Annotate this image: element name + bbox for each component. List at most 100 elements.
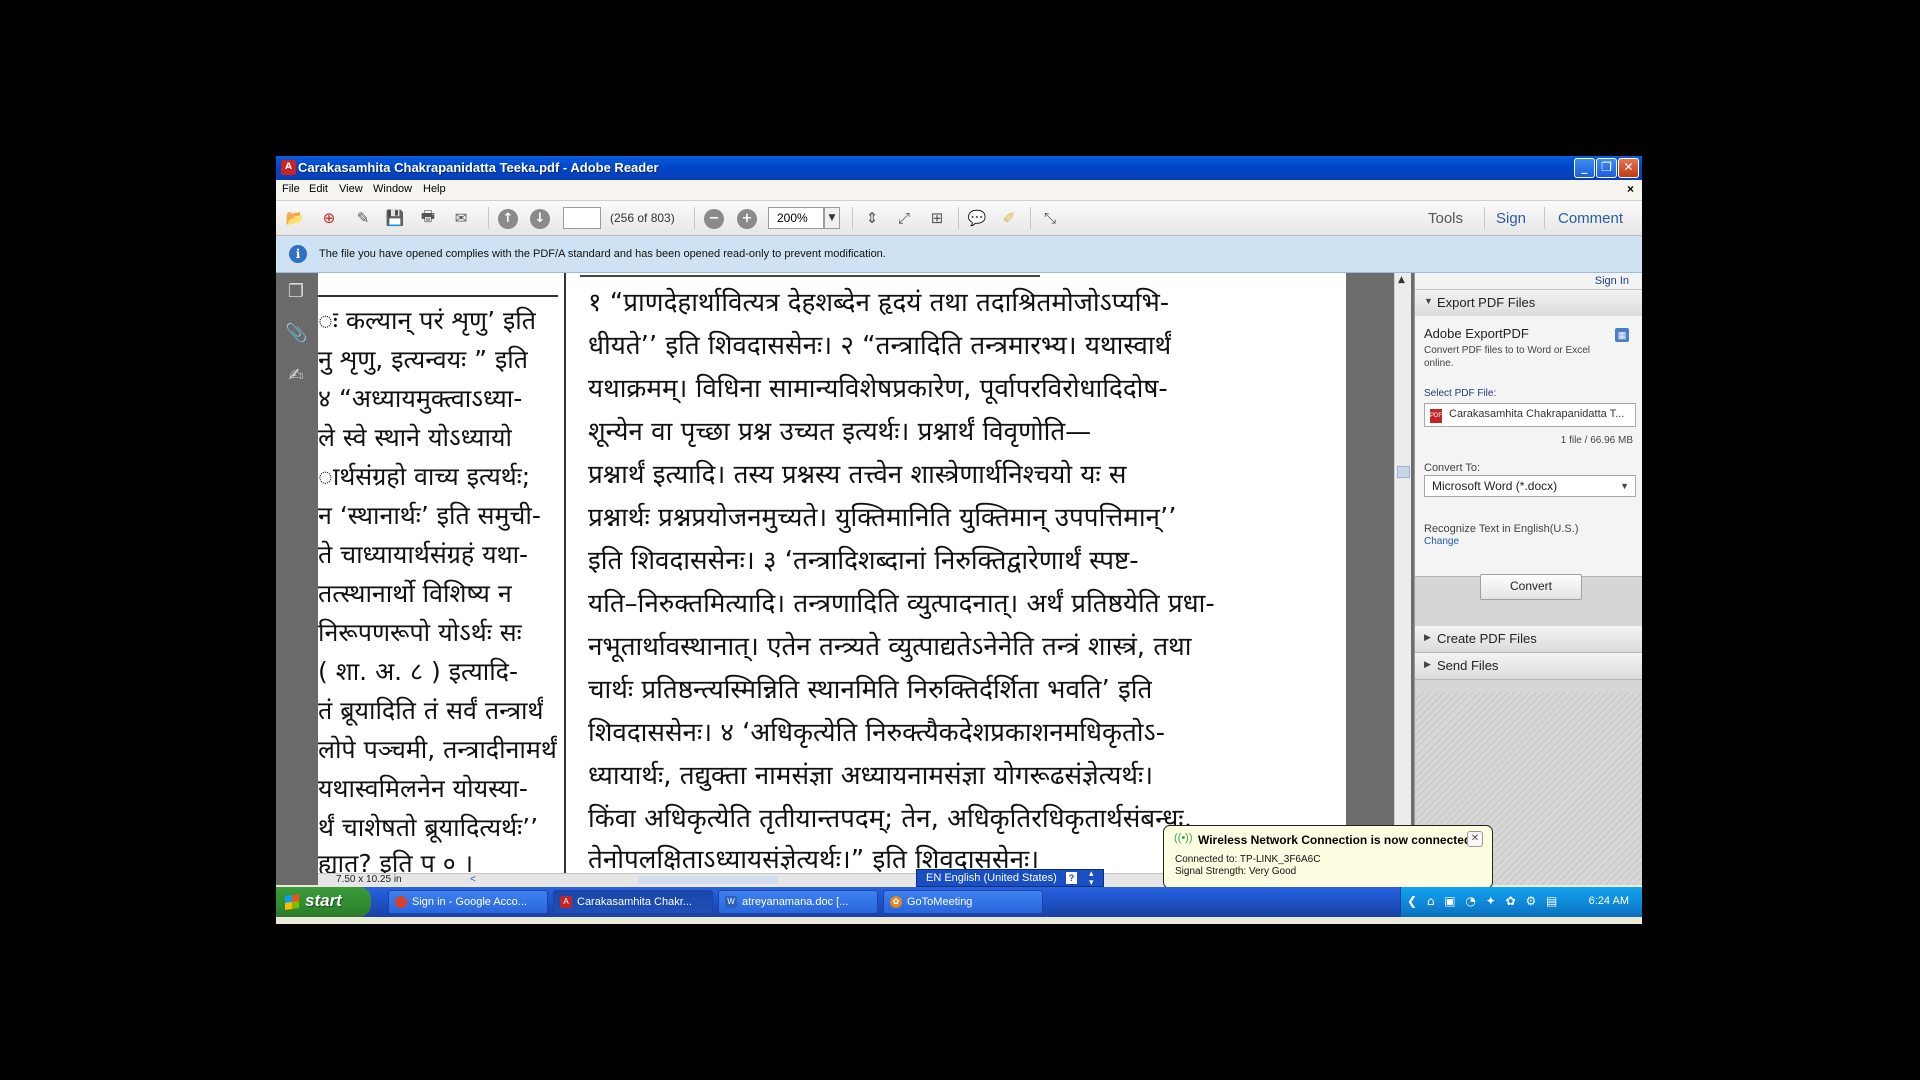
edit-icon[interactable]: ✎ [352, 208, 374, 228]
gotomeeting-icon: ✿ [890, 896, 902, 908]
chevron-down-icon[interactable]: ▼ [824, 207, 840, 229]
document-close-button[interactable]: × [1627, 182, 1634, 196]
change-language-link[interactable]: Change [1424, 536, 1459, 547]
clock[interactable]: 6:24 AM [1589, 895, 1629, 907]
language-indicator[interactable]: EN English (United States) [926, 872, 1057, 884]
selected-file-field[interactable]: PDF Carakasamhita Chakrapanidatta T... [1424, 403, 1636, 427]
text-line: र्थं चाशेषतो ब्रूयादित्यर्थः’’ [318, 813, 539, 842]
email-icon[interactable]: ✉ [450, 208, 472, 228]
start-button[interactable]: start [276, 887, 371, 917]
comment-link[interactable]: Comment [1558, 210, 1623, 227]
next-page-icon[interactable]: ↓ [530, 209, 550, 229]
text-line: ४ “अध्यायमुक्त्वाऽध्या- [318, 384, 523, 413]
notification-title: Wireless Network Connection is now conne… [1198, 833, 1472, 847]
language-options-icon[interactable]: ▴ ▾ [1089, 869, 1094, 887]
tray-icons[interactable]: ❮ ⌂ ▣ ◔ ✦ ✿ ⚙ ▤ [1407, 894, 1560, 908]
window-title: Carakasamhita Chakrapanidatta Teeka.pdf … [298, 160, 659, 175]
convert-format-select[interactable]: Microsoft Word (*.docx) ▼ [1424, 475, 1636, 497]
adobe-export-title: Adobe ExportPDF [1424, 326, 1529, 341]
right-column: १ “प्राणदेहार्थावित्यत्र देहशब्देन हृदयं… [580, 273, 1346, 873]
recognize-text-label: Recognize Text in English(U.S.) [1424, 523, 1579, 535]
chevron-down-icon: ▼ [1620, 481, 1629, 491]
menu-help[interactable]: Help [423, 183, 446, 195]
text-line: शिवदाससेनः। ४ ‘अधिकृत्येति निरुक्त्यैकदे… [588, 718, 1166, 748]
scroll-up-icon[interactable]: ▲ [1398, 275, 1405, 285]
sign-link[interactable]: Sign [1496, 210, 1526, 227]
info-message: The file you have opened complies with t… [319, 248, 886, 260]
fullscreen-icon[interactable]: ⤡ [1039, 208, 1061, 228]
highlight-icon[interactable]: ✐ [998, 208, 1020, 228]
create-pdf-icon[interactable]: ⊕ [318, 208, 340, 228]
open-icon[interactable]: 📂 [284, 208, 306, 228]
document-view[interactable]: ः कल्यान् परं शृणु’ इति नु शृणु, इत्यन्व… [318, 273, 1414, 873]
export-pdf-header[interactable]: ▼ Export PDF Files [1415, 290, 1642, 317]
fit-width-icon[interactable]: ⤢ [893, 208, 915, 228]
fit-page-icon[interactable]: ⇕ [861, 208, 883, 228]
send-files-header[interactable]: ▶ Send Files [1415, 653, 1642, 680]
selected-file-name: Carakasamhita Chakrapanidatta T... [1449, 408, 1625, 420]
export-pdf-label: Export PDF Files [1437, 295, 1536, 310]
taskbar-item-gotomeeting[interactable]: ✿ GoToMeeting [883, 890, 1043, 914]
taskbar-item-label: Sign in - Google Acco... [412, 896, 527, 908]
select-file-label: Select PDF File: [1424, 388, 1497, 399]
start-label: start [305, 891, 342, 910]
menu-window[interactable]: Window [373, 183, 412, 195]
taskbar-item-word[interactable]: W atreyanamana.doc [... [718, 890, 878, 914]
system-tray: ❮ ⌂ ▣ ◔ ✦ ✿ ⚙ ▤ 6:24 AM [1400, 887, 1642, 917]
comment-icon[interactable]: 💬 [966, 208, 988, 228]
export-info-icon[interactable]: ▦ [1615, 328, 1629, 342]
close-button[interactable]: ✕ [1618, 158, 1639, 178]
text-line: चार्थः प्रतिष्ठन्त्यस्मिन्निति स्थानमिति… [588, 675, 1153, 705]
menu-bar: File Edit View Window Help × [276, 180, 1642, 201]
text-line: लोपे पञ्चमी, तन्त्रादीनामर्थं [318, 735, 557, 764]
pdf-file-icon: PDF [1430, 409, 1442, 423]
scroll-thumb[interactable] [638, 876, 778, 884]
close-icon[interactable]: ✕ [1467, 831, 1483, 847]
taskbar-item-chrome[interactable]: Sign in - Google Acco... [388, 890, 548, 914]
text-line: इति शिवदाससेनः। ३ ‘तन्त्रादिशब्दानां निर… [588, 546, 1139, 576]
sign-in-bar: Sign In [1415, 273, 1642, 290]
zoom-in-icon[interactable]: + [737, 209, 757, 229]
window-title-bar[interactable]: A Carakasamhita Chakrapanidatta Teeka.pd… [276, 156, 1642, 180]
convert-button[interactable]: Convert [1480, 574, 1582, 600]
text-line: १ “प्राणदेहार्थावित्यत्र देहशब्देन हृदयं… [588, 288, 1170, 318]
menu-edit[interactable]: Edit [309, 183, 328, 195]
menu-file[interactable]: File [282, 183, 300, 195]
print-icon[interactable]: 🖶 [417, 207, 439, 228]
save-icon[interactable]: 💾 [384, 208, 406, 228]
help-icon[interactable]: ? [1066, 872, 1077, 884]
scroll-mode-icon[interactable]: ⊞ [926, 208, 948, 228]
pdf-page: ः कल्यान् परं शृणु’ इति नु शृणु, इत्यन्व… [318, 273, 1346, 873]
taskbar-item-adobe-reader[interactable]: A Carakasamhita Chakr... [553, 890, 713, 914]
text-line: ह्यात्? इति प ० । [318, 849, 474, 873]
previous-page-icon[interactable]: ↑ [498, 209, 518, 229]
text-line: यति–निरुक्तमित्यादि। तन्त्रणादिति व्युत्… [588, 589, 1215, 619]
chevron-right-icon: ▶ [1424, 632, 1431, 642]
zoom-out-icon[interactable]: − [704, 209, 724, 229]
sign-in-link[interactable]: Sign In [1595, 275, 1629, 287]
attachment-icon[interactable]: 📎 [285, 323, 307, 345]
language-bar[interactable]: EN English (United States) ? ▴ ▾ [916, 869, 1104, 887]
scroll-thumb[interactable] [1397, 466, 1410, 478]
wireless-icon: ((•)) [1174, 832, 1193, 844]
scroll-left-icon[interactable]: < [470, 874, 476, 885]
signature-icon[interactable]: ✍ [285, 365, 307, 387]
vertical-scrollbar[interactable]: ▲ [1394, 273, 1411, 873]
word-document-icon: W [725, 896, 737, 908]
create-pdf-header[interactable]: ▶ Create PDF Files [1415, 626, 1642, 653]
text-line: तं ब्रूयादिति तं सर्वं तन्त्रार्थं [318, 696, 544, 725]
page-number-input[interactable] [563, 207, 601, 229]
restore-button[interactable]: ❐ [1596, 158, 1617, 178]
network-notification[interactable]: ((•)) Wireless Network Connection is now… [1163, 825, 1493, 899]
text-line: न ‘स्थानार्थः’ इति समुची- [318, 501, 541, 530]
tools-link[interactable]: Tools [1428, 210, 1463, 227]
minimize-button[interactable]: _ [1574, 158, 1595, 178]
send-files-label: Send Files [1437, 658, 1499, 673]
column-divider [564, 273, 566, 873]
pages-icon[interactable]: ❐ [285, 281, 307, 303]
zoom-select[interactable]: 200% [768, 207, 824, 229]
toolbar-separator [1030, 207, 1031, 229]
text-line: किंवा अधिकृत्येति तृतीयान्तपदम्; तेन, अध… [588, 804, 1192, 834]
toolbar-separator [1544, 207, 1545, 229]
menu-view[interactable]: View [339, 183, 363, 195]
